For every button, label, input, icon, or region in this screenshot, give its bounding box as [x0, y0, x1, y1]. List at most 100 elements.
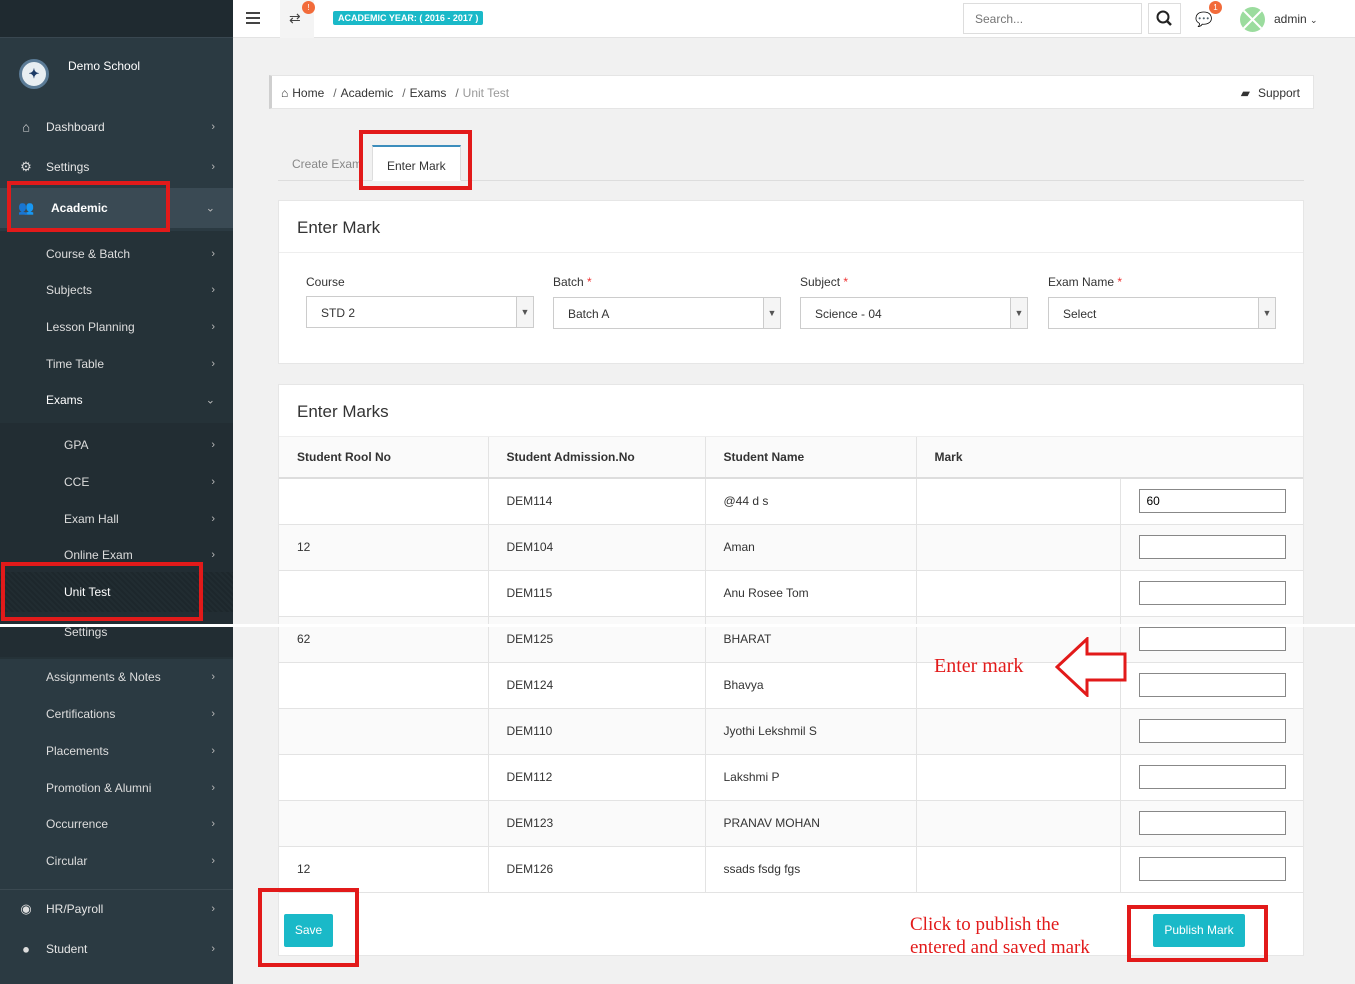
mark-cell — [1120, 524, 1303, 571]
mark-input[interactable] — [1138, 581, 1286, 605]
exam-name-select[interactable]: Select ▼ — [1048, 297, 1276, 329]
sidebar-logo-bar — [0, 0, 233, 38]
breadcrumb-academic[interactable]: Academic — [341, 86, 394, 100]
search-button[interactable] — [1148, 3, 1181, 34]
image-seam — [0, 624, 1355, 627]
sidebar-item-dashboard[interactable]: ⌂ Dashboard › — [0, 108, 233, 146]
sidebar-item-time-table[interactable]: Time Table › — [0, 346, 233, 382]
breadcrumb-home[interactable]: Home — [292, 86, 324, 100]
sidebar-item-subjects[interactable]: Subjects › — [0, 272, 233, 308]
batch-label: Batch * — [553, 275, 592, 289]
sidebar-item-label: Subjects — [46, 283, 93, 297]
sidebar-item-course-batch[interactable]: Course & Batch › — [0, 236, 233, 272]
chevron-right-icon: › — [211, 358, 215, 370]
mark-cell — [1120, 478, 1303, 525]
breadcrumb: ⌂ Home / Academic / Exams / Unit Test ▰ Support — [269, 75, 1314, 109]
sidebar-item-label: Student — [46, 942, 88, 956]
mark-input[interactable] — [1138, 857, 1286, 881]
roll-cell — [279, 570, 489, 617]
sidebar-item-hr-payroll[interactable]: ◉ HR/Payroll › — [0, 889, 233, 927]
search-icon — [1156, 10, 1172, 26]
sidebar-item-placements[interactable]: Placements › — [0, 733, 233, 769]
mark-input[interactable] — [1138, 535, 1286, 559]
mark-input[interactable] — [1138, 719, 1286, 743]
support-link[interactable]: ▰ Support — [1241, 86, 1300, 100]
support-label: Support — [1257, 86, 1300, 100]
course-select[interactable]: STD 2 ▼ — [306, 296, 534, 328]
breadcrumb-separator: / — [333, 86, 337, 100]
sidebar-item-certifications[interactable]: Certifications › — [0, 696, 233, 732]
comments-icon: ▰ — [1240, 86, 1250, 100]
school-name: Demo School — [68, 59, 141, 73]
chevron-down-icon: ⌄ — [205, 394, 215, 407]
highlight-save — [258, 888, 359, 967]
sidebar-item-label: Time Table — [46, 357, 105, 371]
admission-cell: DEM124 — [488, 662, 706, 709]
mark-input[interactable] — [1138, 627, 1286, 651]
sidebar-item-exams[interactable]: Exams ⌄ — [0, 382, 233, 418]
menu-toggle-icon[interactable] — [246, 12, 260, 24]
mark-cell — [1120, 846, 1303, 893]
sidebar-item-student[interactable]: ● Student › — [0, 930, 233, 968]
mark-input[interactable] — [1138, 673, 1286, 697]
name-cell: BHARAT — [705, 616, 917, 663]
highlight-enter-mark-tab — [359, 130, 472, 190]
name-cell: @44 d s — [705, 478, 917, 525]
sidebar-item-promotion[interactable]: Promotion & Alumni › — [0, 770, 233, 806]
search-input[interactable] — [963, 3, 1142, 34]
sidebar-item-label: Circular — [46, 854, 88, 868]
sidebar-item-label: Exam Hall — [64, 512, 119, 526]
mark-spacer-cell — [916, 570, 1121, 617]
annotation-line: Click to publish the — [910, 914, 1060, 935]
sidebar-item-label: Settings — [64, 625, 108, 639]
breadcrumb-exams[interactable]: Exams — [410, 86, 447, 100]
chevron-down-icon: ⌄ — [1310, 15, 1318, 25]
roll-cell — [279, 754, 489, 801]
chevron-right-icon: › — [211, 902, 215, 915]
tab-create-exam[interactable]: Create Exam — [292, 145, 362, 181]
chevron-right-icon: › — [211, 708, 215, 720]
sidebar-item-lesson-planning[interactable]: Lesson Planning › — [0, 309, 233, 345]
column-header: Student Name — [705, 437, 917, 479]
mark-spacer-cell — [916, 708, 1121, 755]
table-row: DEM112 Lakshmi P — [279, 754, 1303, 801]
messages-button[interactable]: 💬 — [1195, 11, 1212, 28]
column-header — [1120, 437, 1303, 479]
user-menu[interactable]: admin ⌄ — [1274, 12, 1318, 26]
table-row: 62 DEM125 BHARAT — [279, 616, 1303, 663]
panel-title: Enter Mark — [279, 201, 1303, 253]
mark-spacer-cell — [916, 800, 1121, 847]
annotation-line: entered and saved mark — [910, 937, 1090, 958]
name-cell: Jyothi Lekshmil S — [705, 708, 917, 755]
batch-select[interactable]: Batch A ▼ — [553, 297, 781, 329]
sync-button[interactable]: ⇄ ! — [280, 0, 315, 38]
avatar[interactable] — [1240, 7, 1265, 32]
chevron-right-icon: › — [211, 855, 215, 867]
table-header-row: Student Rool No Student Admission.No Stu… — [279, 437, 1303, 479]
sidebar-item-assignments[interactable]: Assignments & Notes › — [0, 659, 233, 695]
chevron-right-icon: › — [211, 513, 215, 525]
table-row: DEM124 Bhavya — [279, 662, 1303, 709]
sidebar-item-occurrence[interactable]: Occurrence › — [0, 806, 233, 842]
sidebar-item-cce[interactable]: CCE › — [0, 464, 233, 500]
sidebar-item-exam-hall[interactable]: Exam Hall › — [0, 501, 233, 537]
admission-cell: DEM123 — [488, 800, 706, 847]
marks-table: Student Rool No Student Admission.No Stu… — [279, 437, 1303, 893]
enter-mark-filter-panel: Enter Mark Course STD 2 ▼ Batch * Batch A… — [278, 200, 1304, 364]
roll-cell: 12 — [279, 846, 489, 893]
chevron-right-icon: › — [211, 121, 215, 133]
mark-spacer-cell — [916, 478, 1121, 525]
mark-input[interactable] — [1138, 489, 1286, 514]
column-header: Mark — [916, 437, 1120, 479]
sidebar-item-gpa[interactable]: GPA › — [0, 427, 233, 463]
user-name: admin — [1274, 12, 1307, 26]
mark-spacer-cell — [916, 524, 1121, 571]
name-cell: Lakshmi P — [705, 754, 917, 801]
mark-input[interactable] — [1138, 811, 1286, 835]
academic-year-badge: ACADEMIC YEAR: ( 2016 - 2017 ) — [333, 11, 484, 25]
roll-cell — [279, 800, 489, 847]
school-header[interactable]: ✦ Demo School — [0, 38, 233, 104]
sidebar-item-circular[interactable]: Circular › — [0, 843, 233, 879]
subject-select[interactable]: Science - 04 ▼ — [800, 297, 1028, 329]
mark-input[interactable] — [1138, 765, 1286, 789]
